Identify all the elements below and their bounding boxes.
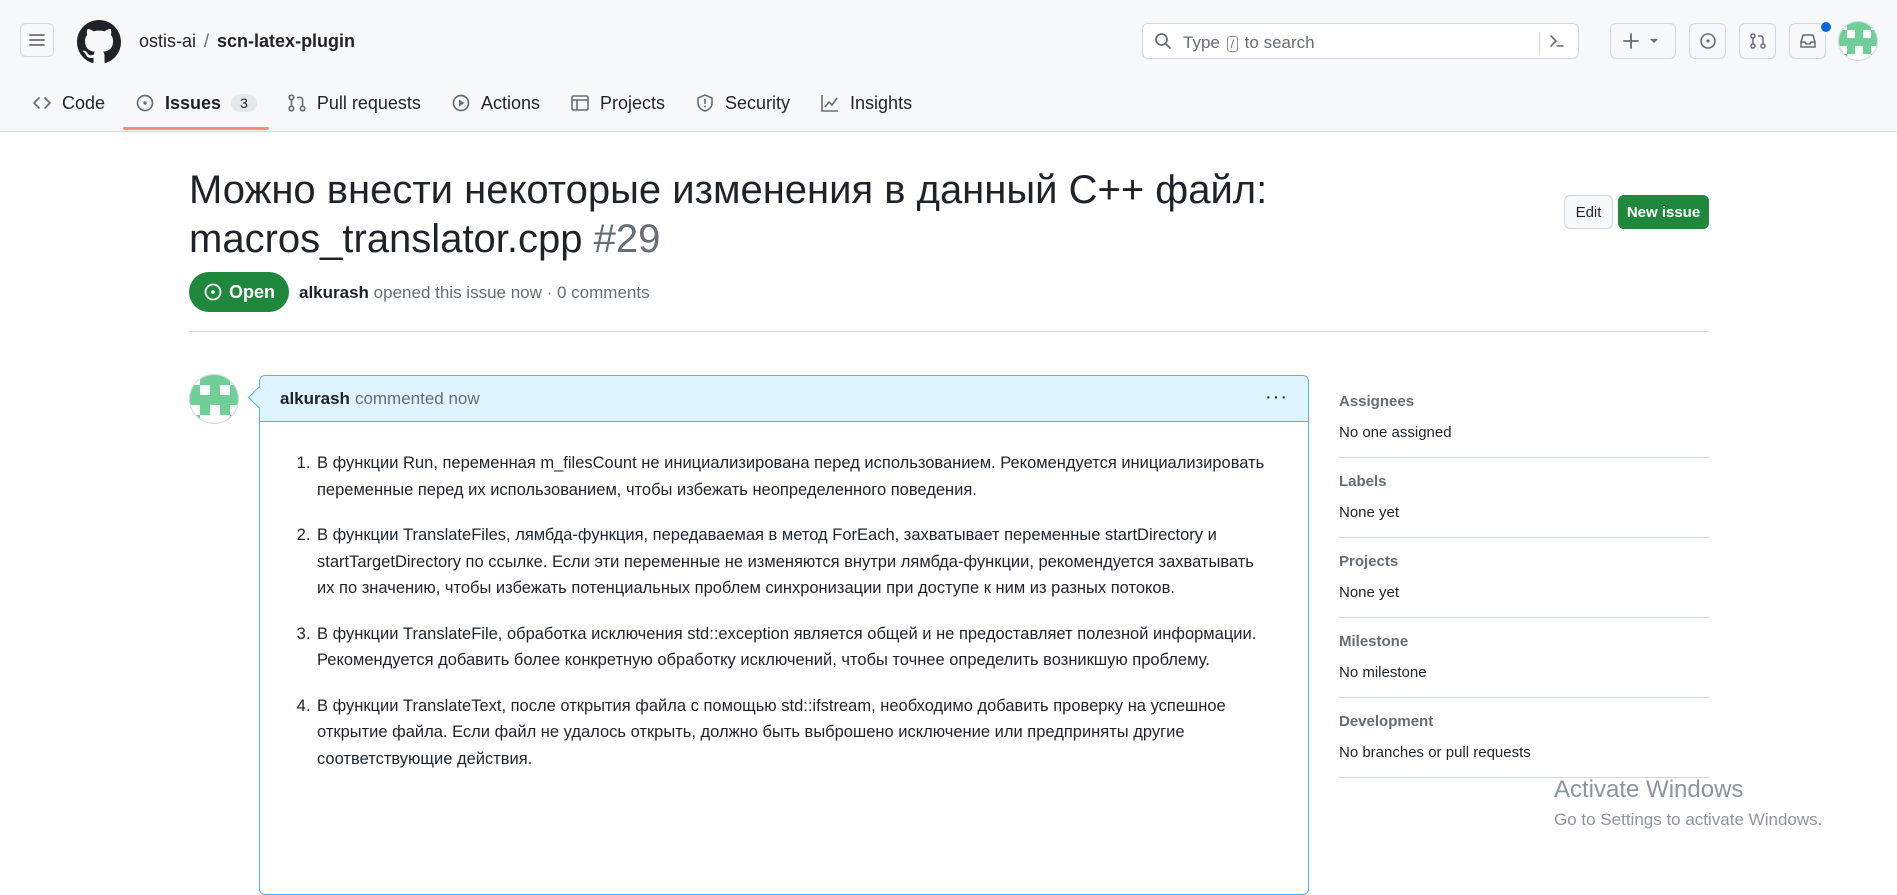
watermark-title: Activate Windows — [1554, 776, 1744, 803]
github-logo[interactable] — [77, 20, 121, 64]
sidebar-value: No milestone — [1339, 664, 1427, 681]
issue-number: #29 — [593, 217, 661, 261]
repo-link[interactable]: scn-latex-plugin — [217, 31, 355, 51]
issue-title: Можно внести некоторые изменения в данны… — [189, 166, 1279, 264]
pull-request-icon — [288, 94, 306, 112]
play-icon — [452, 94, 470, 112]
activation-watermark: Activate Windows Go to Settings to activ… — [1554, 776, 1822, 830]
tab-actions[interactable]: Actions — [439, 88, 552, 118]
command-palette-icon[interactable] — [1539, 32, 1566, 55]
kebab-menu-icon[interactable]: ··· — [1265, 386, 1288, 409]
sidebar-heading: Development — [1339, 713, 1434, 730]
notification-dot — [1819, 20, 1833, 34]
sidebar-value: No one assigned — [1339, 424, 1452, 441]
issues-count-badge: 3 — [231, 94, 257, 112]
sidebar-milestone[interactable]: Milestone No milestone — [1339, 633, 1709, 698]
tab-code[interactable]: Code — [20, 88, 117, 118]
plus-dropdown-icon — [1623, 33, 1658, 49]
search-input[interactable]: Type / to search — [1142, 23, 1579, 59]
comment-header: alkurash commented now ··· — [260, 376, 1308, 422]
issue-comment: alkurash commented now ··· В функции Run… — [259, 375, 1309, 895]
tab-projects-label: Projects — [599, 92, 665, 113]
list-item: В функции TranslateFiles, лямбда-функция… — [315, 522, 1268, 602]
breadcrumb-separator: / — [204, 31, 210, 51]
issue-author[interactable]: alkurash — [299, 283, 369, 302]
sidebar-assignees[interactable]: Assignees No one assigned — [1339, 393, 1709, 458]
sidebar-heading: Assignees — [1339, 393, 1415, 410]
tab-projects[interactable]: Projects — [558, 88, 677, 118]
owner-link[interactable]: ostis-ai — [139, 31, 196, 51]
hamburger-icon — [29, 34, 45, 46]
inbox-icon — [1799, 34, 1816, 48]
tab-pull-requests-label: Pull requests — [316, 92, 421, 113]
edit-button[interactable]: Edit — [1564, 195, 1613, 229]
search-icon — [1154, 32, 1172, 55]
table-icon — [571, 95, 589, 111]
sidebar-heading: Labels — [1339, 473, 1387, 490]
list-item: В функции TranslateText, после открытия … — [315, 693, 1268, 773]
sidebar-heading: Milestone — [1339, 633, 1409, 650]
identicon — [190, 375, 238, 423]
tab-issues-label: Issues — [165, 92, 222, 113]
commenter-avatar[interactable] — [189, 374, 239, 424]
breadcrumb: ostis-ai / scn-latex-plugin — [139, 31, 355, 52]
comment-body: В функции Run, переменная m_filesCount н… — [260, 422, 1308, 772]
sidebar-labels[interactable]: Labels None yet — [1339, 473, 1709, 538]
search-placeholder-start: Type — [1183, 33, 1220, 52]
menu-button[interactable] — [20, 23, 54, 57]
status-label: Open — [228, 281, 275, 302]
tab-insights[interactable]: Insights — [808, 88, 924, 118]
issue-sidebar: Assignees No one assigned Labels None ye… — [1339, 393, 1709, 793]
code-icon — [33, 97, 51, 109]
issue-icon — [1699, 33, 1716, 49]
sidebar-projects[interactable]: Projects None yet — [1339, 553, 1709, 618]
pull-request-icon — [1749, 33, 1766, 49]
watermark-subtitle: Go to Settings to activate Windows. — [1554, 810, 1823, 829]
sidebar-value: No branches or pull requests — [1339, 744, 1531, 761]
repo-tabs: Code Issues 3 Pull requests Actions Proj… — [20, 88, 930, 132]
create-new-button[interactable] — [1610, 23, 1676, 59]
comment-author[interactable]: alkurash — [280, 389, 350, 409]
comment-list: В функции Run, переменная m_filesCount н… — [300, 450, 1268, 772]
sidebar-development[interactable]: Development No branches or pull requests — [1339, 713, 1709, 778]
issue-icon — [136, 94, 154, 112]
identicon — [1839, 22, 1877, 60]
tab-issues[interactable]: Issues 3 — [123, 88, 269, 130]
github-icon — [77, 20, 121, 63]
status-badge: Open — [189, 272, 289, 312]
tab-security[interactable]: Security — [683, 88, 802, 118]
new-issue-button[interactable]: New issue — [1618, 195, 1709, 229]
list-item: В функции Run, переменная m_filesCount н… — [315, 450, 1268, 503]
tab-security-label: Security — [725, 92, 791, 113]
graph-icon — [821, 95, 839, 112]
user-avatar[interactable] — [1838, 21, 1878, 61]
search-placeholder-end: to search — [1244, 33, 1315, 52]
shield-icon — [697, 94, 713, 112]
pull-requests-button[interactable] — [1739, 23, 1776, 59]
sidebar-heading: Projects — [1339, 553, 1399, 570]
search-shortcut-key: / — [1226, 36, 1238, 52]
tab-code-label: Code — [62, 92, 106, 113]
comment-time: commented now — [354, 388, 480, 408]
tab-insights-label: Insights — [850, 92, 913, 113]
issues-button[interactable] — [1689, 23, 1726, 59]
sidebar-value: None yet — [1339, 584, 1400, 601]
issue-meta: alkurash opened this issue now · 0 comme… — [299, 283, 650, 303]
tab-actions-label: Actions — [480, 92, 540, 113]
header-divider — [189, 331, 1709, 332]
list-item: В функции TranslateFile, обработка исклю… — [315, 621, 1268, 674]
issue-open-icon — [204, 283, 222, 301]
issue-title-text: Можно внести некоторые изменения в данны… — [189, 168, 1268, 261]
tab-pull-requests[interactable]: Pull requests — [275, 88, 433, 118]
search-placeholder: Type / to search — [1183, 33, 1315, 53]
top-header: ostis-ai / scn-latex-plugin Type / to sear… — [0, 0, 1897, 132]
sidebar-value: None yet — [1339, 504, 1400, 521]
issue-meta-text: opened this issue now · 0 comments — [373, 283, 650, 302]
